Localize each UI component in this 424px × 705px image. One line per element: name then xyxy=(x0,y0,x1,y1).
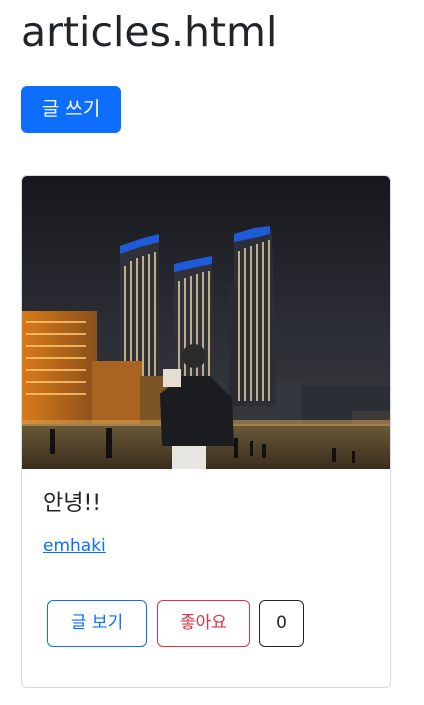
page: articles.html 글 쓰기 안녕!! emhaki 글 보기 좋아요 … xyxy=(0,0,424,705)
write-article-button[interactable]: 글 쓰기 xyxy=(21,86,121,133)
page-title: articles.html xyxy=(21,8,278,56)
article-image xyxy=(22,176,390,469)
like-button[interactable]: 좋아요 xyxy=(157,600,250,647)
article-card: 안녕!! emhaki 글 보기 좋아요 0 xyxy=(21,175,391,688)
author-link[interactable]: emhaki xyxy=(43,534,106,558)
article-title: 안녕!! xyxy=(43,491,102,516)
like-count: 0 xyxy=(259,600,304,647)
view-article-button[interactable]: 글 보기 xyxy=(47,600,147,647)
